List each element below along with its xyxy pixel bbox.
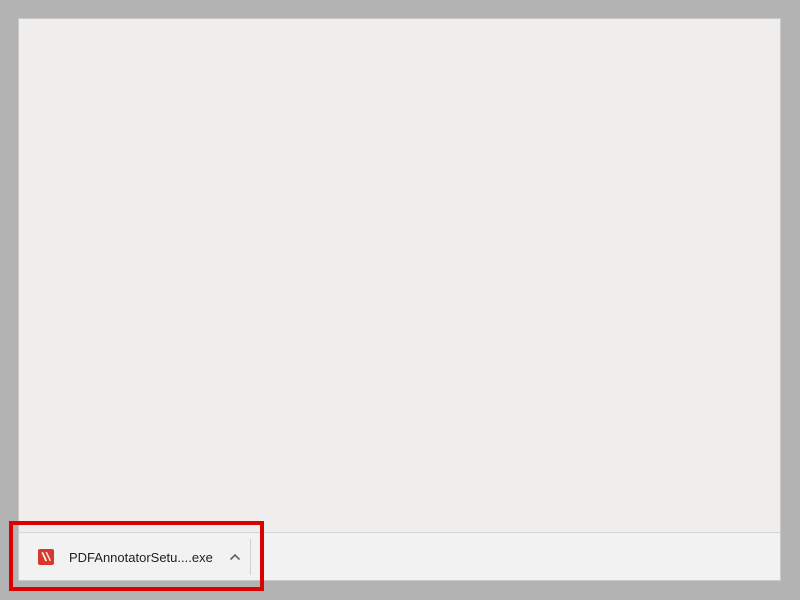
screen: PDFAnnotatorSetu....exe [0, 0, 800, 600]
download-item[interactable]: PDFAnnotatorSetu....exe [25, 539, 251, 575]
page-content-area [19, 19, 780, 532]
download-shelf: PDFAnnotatorSetu....exe [19, 532, 780, 580]
pdf-annotator-icon [37, 548, 55, 566]
download-file-name[interactable]: PDFAnnotatorSetu....exe [69, 550, 213, 565]
browser-window: PDFAnnotatorSetu....exe [19, 19, 780, 580]
chevron-up-icon[interactable] [225, 547, 245, 567]
